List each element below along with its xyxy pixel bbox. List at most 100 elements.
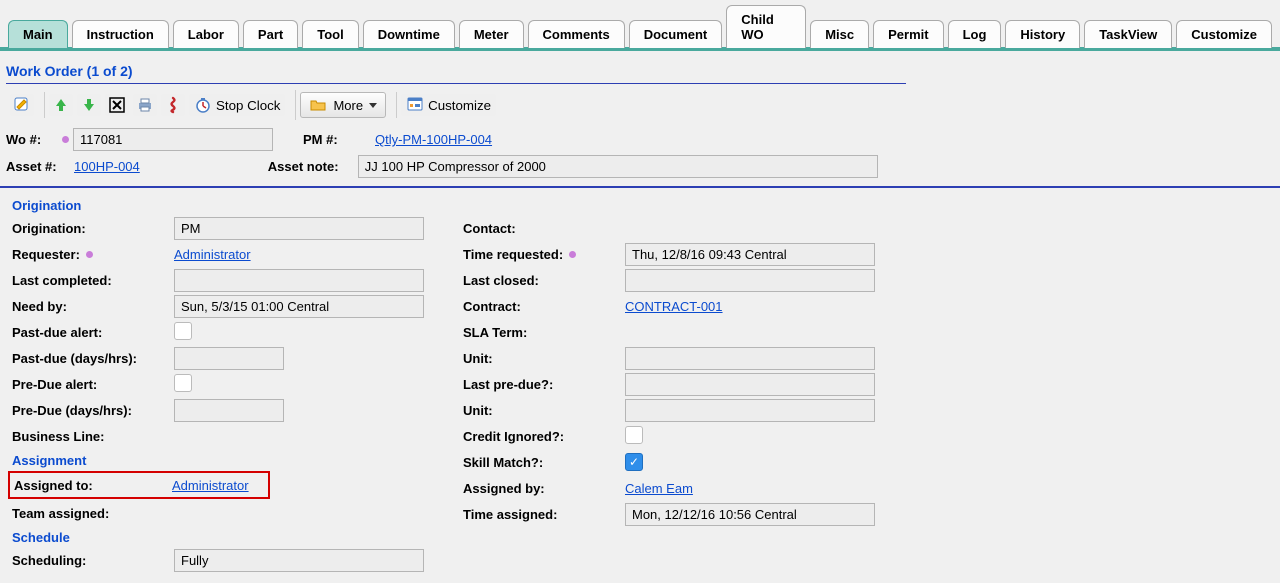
prev-button[interactable] bbox=[49, 94, 73, 116]
last-predue-label: Last pre-due?: bbox=[463, 377, 625, 392]
tab-strip: Main Instruction Labor Part Tool Downtim… bbox=[0, 0, 1280, 51]
contract-label: Contract: bbox=[463, 299, 625, 314]
last-completed-input[interactable] bbox=[174, 269, 424, 292]
time-assigned-input[interactable] bbox=[625, 503, 875, 526]
asset-note-input[interactable] bbox=[358, 155, 878, 178]
tab-part[interactable]: Part bbox=[243, 20, 298, 48]
asset-note-label: Asset note: bbox=[268, 159, 358, 174]
tab-document[interactable]: Document bbox=[629, 20, 723, 48]
assigned-to-label: Assigned to: bbox=[14, 478, 172, 493]
printer-icon bbox=[136, 96, 154, 114]
requester-label: Requester: bbox=[12, 247, 174, 262]
more-button[interactable]: More bbox=[300, 92, 386, 118]
unit1-input[interactable] bbox=[625, 347, 875, 370]
tab-instruction[interactable]: Instruction bbox=[72, 20, 169, 48]
time-assigned-label: Time assigned: bbox=[463, 507, 625, 522]
tab-taskview[interactable]: TaskView bbox=[1084, 20, 1172, 48]
skill-match-checkbox[interactable]: ✓ bbox=[625, 453, 643, 471]
tab-customize[interactable]: Customize bbox=[1176, 20, 1272, 48]
form-body: Origination Origination: Requester: Admi… bbox=[0, 188, 910, 583]
needby-input[interactable] bbox=[174, 295, 424, 318]
chevron-down-icon bbox=[369, 103, 377, 108]
sla-term-label: SLA Term: bbox=[463, 325, 625, 340]
tab-history[interactable]: History bbox=[1005, 20, 1080, 48]
pastdue-days-input[interactable] bbox=[174, 347, 284, 370]
pastdue-alert-label: Past-due alert: bbox=[12, 325, 174, 340]
predue-days-label: Pre-Due (days/hrs): bbox=[12, 403, 174, 418]
clock-icon bbox=[194, 96, 212, 114]
pdf-icon bbox=[164, 96, 182, 114]
last-completed-label: Last completed: bbox=[12, 273, 174, 288]
scheduling-input[interactable] bbox=[174, 549, 424, 572]
pm-link[interactable]: Qtly-PM-100HP-004 bbox=[375, 132, 492, 147]
left-column: Origination Origination: Requester: Admi… bbox=[12, 194, 453, 573]
tab-meter[interactable]: Meter bbox=[459, 20, 524, 48]
predue-days-input[interactable] bbox=[174, 399, 284, 422]
tab-misc[interactable]: Misc bbox=[810, 20, 869, 48]
tab-tool[interactable]: Tool bbox=[302, 20, 358, 48]
tab-permit[interactable]: Permit bbox=[873, 20, 943, 48]
delete-icon bbox=[108, 96, 126, 114]
team-assigned-label: Team assigned: bbox=[12, 506, 174, 521]
section-title: Work Order (1 of 2) bbox=[6, 59, 906, 83]
customize-icon bbox=[406, 96, 424, 114]
pastdue-alert-checkbox[interactable] bbox=[174, 322, 192, 340]
last-closed-input[interactable] bbox=[625, 269, 875, 292]
tab-childwo[interactable]: Child WO bbox=[726, 5, 806, 48]
contract-link[interactable]: CONTRACT-001 bbox=[625, 299, 723, 314]
pdf-button[interactable] bbox=[161, 94, 185, 116]
skill-match-label: Skill Match?: bbox=[463, 455, 625, 470]
header-row-1: Wo #: PM #: Qtly-PM-100HP-004 bbox=[0, 126, 910, 153]
wo-label: Wo #: bbox=[6, 132, 60, 147]
tab-labor[interactable]: Labor bbox=[173, 20, 239, 48]
schedule-title: Schedule bbox=[12, 526, 453, 547]
origination-label: Origination: bbox=[12, 221, 174, 236]
last-predue-input[interactable] bbox=[625, 373, 875, 396]
contact-label: Contact: bbox=[463, 221, 625, 236]
unit1-label: Unit: bbox=[463, 351, 625, 366]
predue-alert-checkbox[interactable] bbox=[174, 374, 192, 392]
arrow-down-icon bbox=[80, 96, 98, 114]
tab-comments[interactable]: Comments bbox=[528, 20, 625, 48]
unit2-input[interactable] bbox=[625, 399, 875, 422]
required-dot-icon bbox=[62, 136, 69, 143]
tab-downtime[interactable]: Downtime bbox=[363, 20, 455, 48]
customize-button[interactable]: Customize bbox=[401, 94, 496, 116]
time-requested-input[interactable] bbox=[625, 243, 875, 266]
pastdue-days-label: Past-due (days/hrs): bbox=[12, 351, 174, 366]
origination-title: Origination bbox=[12, 194, 453, 215]
assigned-by-label: Assigned by: bbox=[463, 481, 625, 496]
tab-main[interactable]: Main bbox=[8, 20, 68, 48]
wo-number-input[interactable] bbox=[73, 128, 273, 151]
customize-label: Customize bbox=[428, 98, 491, 113]
scheduling-label: Scheduling: bbox=[12, 553, 174, 568]
required-dot-icon bbox=[569, 251, 576, 258]
required-dot-icon bbox=[86, 251, 93, 258]
credit-ignored-checkbox[interactable] bbox=[625, 426, 643, 444]
asset-link[interactable]: 100HP-004 bbox=[74, 159, 140, 174]
print-button[interactable] bbox=[133, 94, 157, 116]
asset-label: Asset #: bbox=[6, 159, 74, 174]
stopclock-button-icon[interactable]: Stop Clock bbox=[189, 94, 285, 116]
assigned-to-highlight: Assigned to: Administrator bbox=[8, 471, 270, 499]
right-column: . Contact: Time requested: Last closed: … bbox=[463, 194, 904, 573]
credit-ignored-label: Credit Ignored?: bbox=[463, 429, 625, 444]
more-label: More bbox=[333, 98, 363, 113]
assignment-title: Assignment bbox=[12, 449, 453, 470]
folder-icon bbox=[309, 96, 327, 114]
pm-label: PM #: bbox=[303, 132, 375, 147]
origination-input[interactable] bbox=[174, 217, 424, 240]
section-bar: Work Order (1 of 2) bbox=[6, 59, 906, 84]
business-line-label: Business Line: bbox=[12, 429, 174, 444]
assigned-to-link[interactable]: Administrator bbox=[172, 478, 264, 493]
next-button[interactable] bbox=[77, 94, 101, 116]
tab-log[interactable]: Log bbox=[948, 20, 1002, 48]
assigned-by-link[interactable]: Calem Eam bbox=[625, 481, 693, 496]
last-closed-label: Last closed: bbox=[463, 273, 625, 288]
edit-button[interactable] bbox=[10, 94, 34, 116]
delete-button[interactable] bbox=[105, 94, 129, 116]
needby-label: Need by: bbox=[12, 299, 174, 314]
stopclock-label: Stop Clock bbox=[216, 98, 280, 113]
unit2-label: Unit: bbox=[463, 403, 625, 418]
requester-link[interactable]: Administrator bbox=[174, 247, 251, 262]
